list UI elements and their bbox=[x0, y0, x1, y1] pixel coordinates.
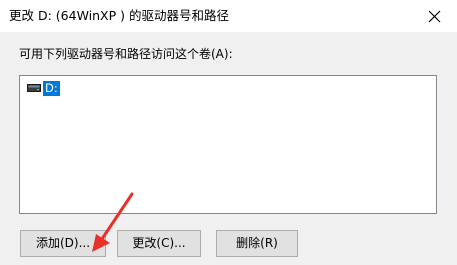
title-bar: 更改 D: (64WinXP ) 的驱动器号和路径 bbox=[0, 0, 457, 32]
drive-letter-dialog: 更改 D: (64WinXP ) 的驱动器号和路径 可用下列驱动器号和路径访问这… bbox=[0, 0, 457, 265]
drive-icon bbox=[27, 84, 41, 92]
add-button[interactable]: 添加(D)... bbox=[20, 230, 106, 257]
change-button[interactable]: 更改(C)... bbox=[117, 230, 201, 257]
drive-path-list[interactable]: D: bbox=[19, 75, 437, 214]
list-item-drive-d[interactable]: D: bbox=[27, 79, 61, 97]
window-title: 更改 D: (64WinXP ) 的驱动器号和路径 bbox=[9, 8, 229, 23]
list-instructions: 可用下列驱动器号和路径访问这个卷(A): bbox=[19, 47, 233, 61]
close-button[interactable] bbox=[419, 0, 451, 32]
close-icon bbox=[428, 10, 441, 23]
drive-label: D: bbox=[42, 79, 61, 97]
remove-button[interactable]: 删除(R) bbox=[216, 230, 298, 257]
